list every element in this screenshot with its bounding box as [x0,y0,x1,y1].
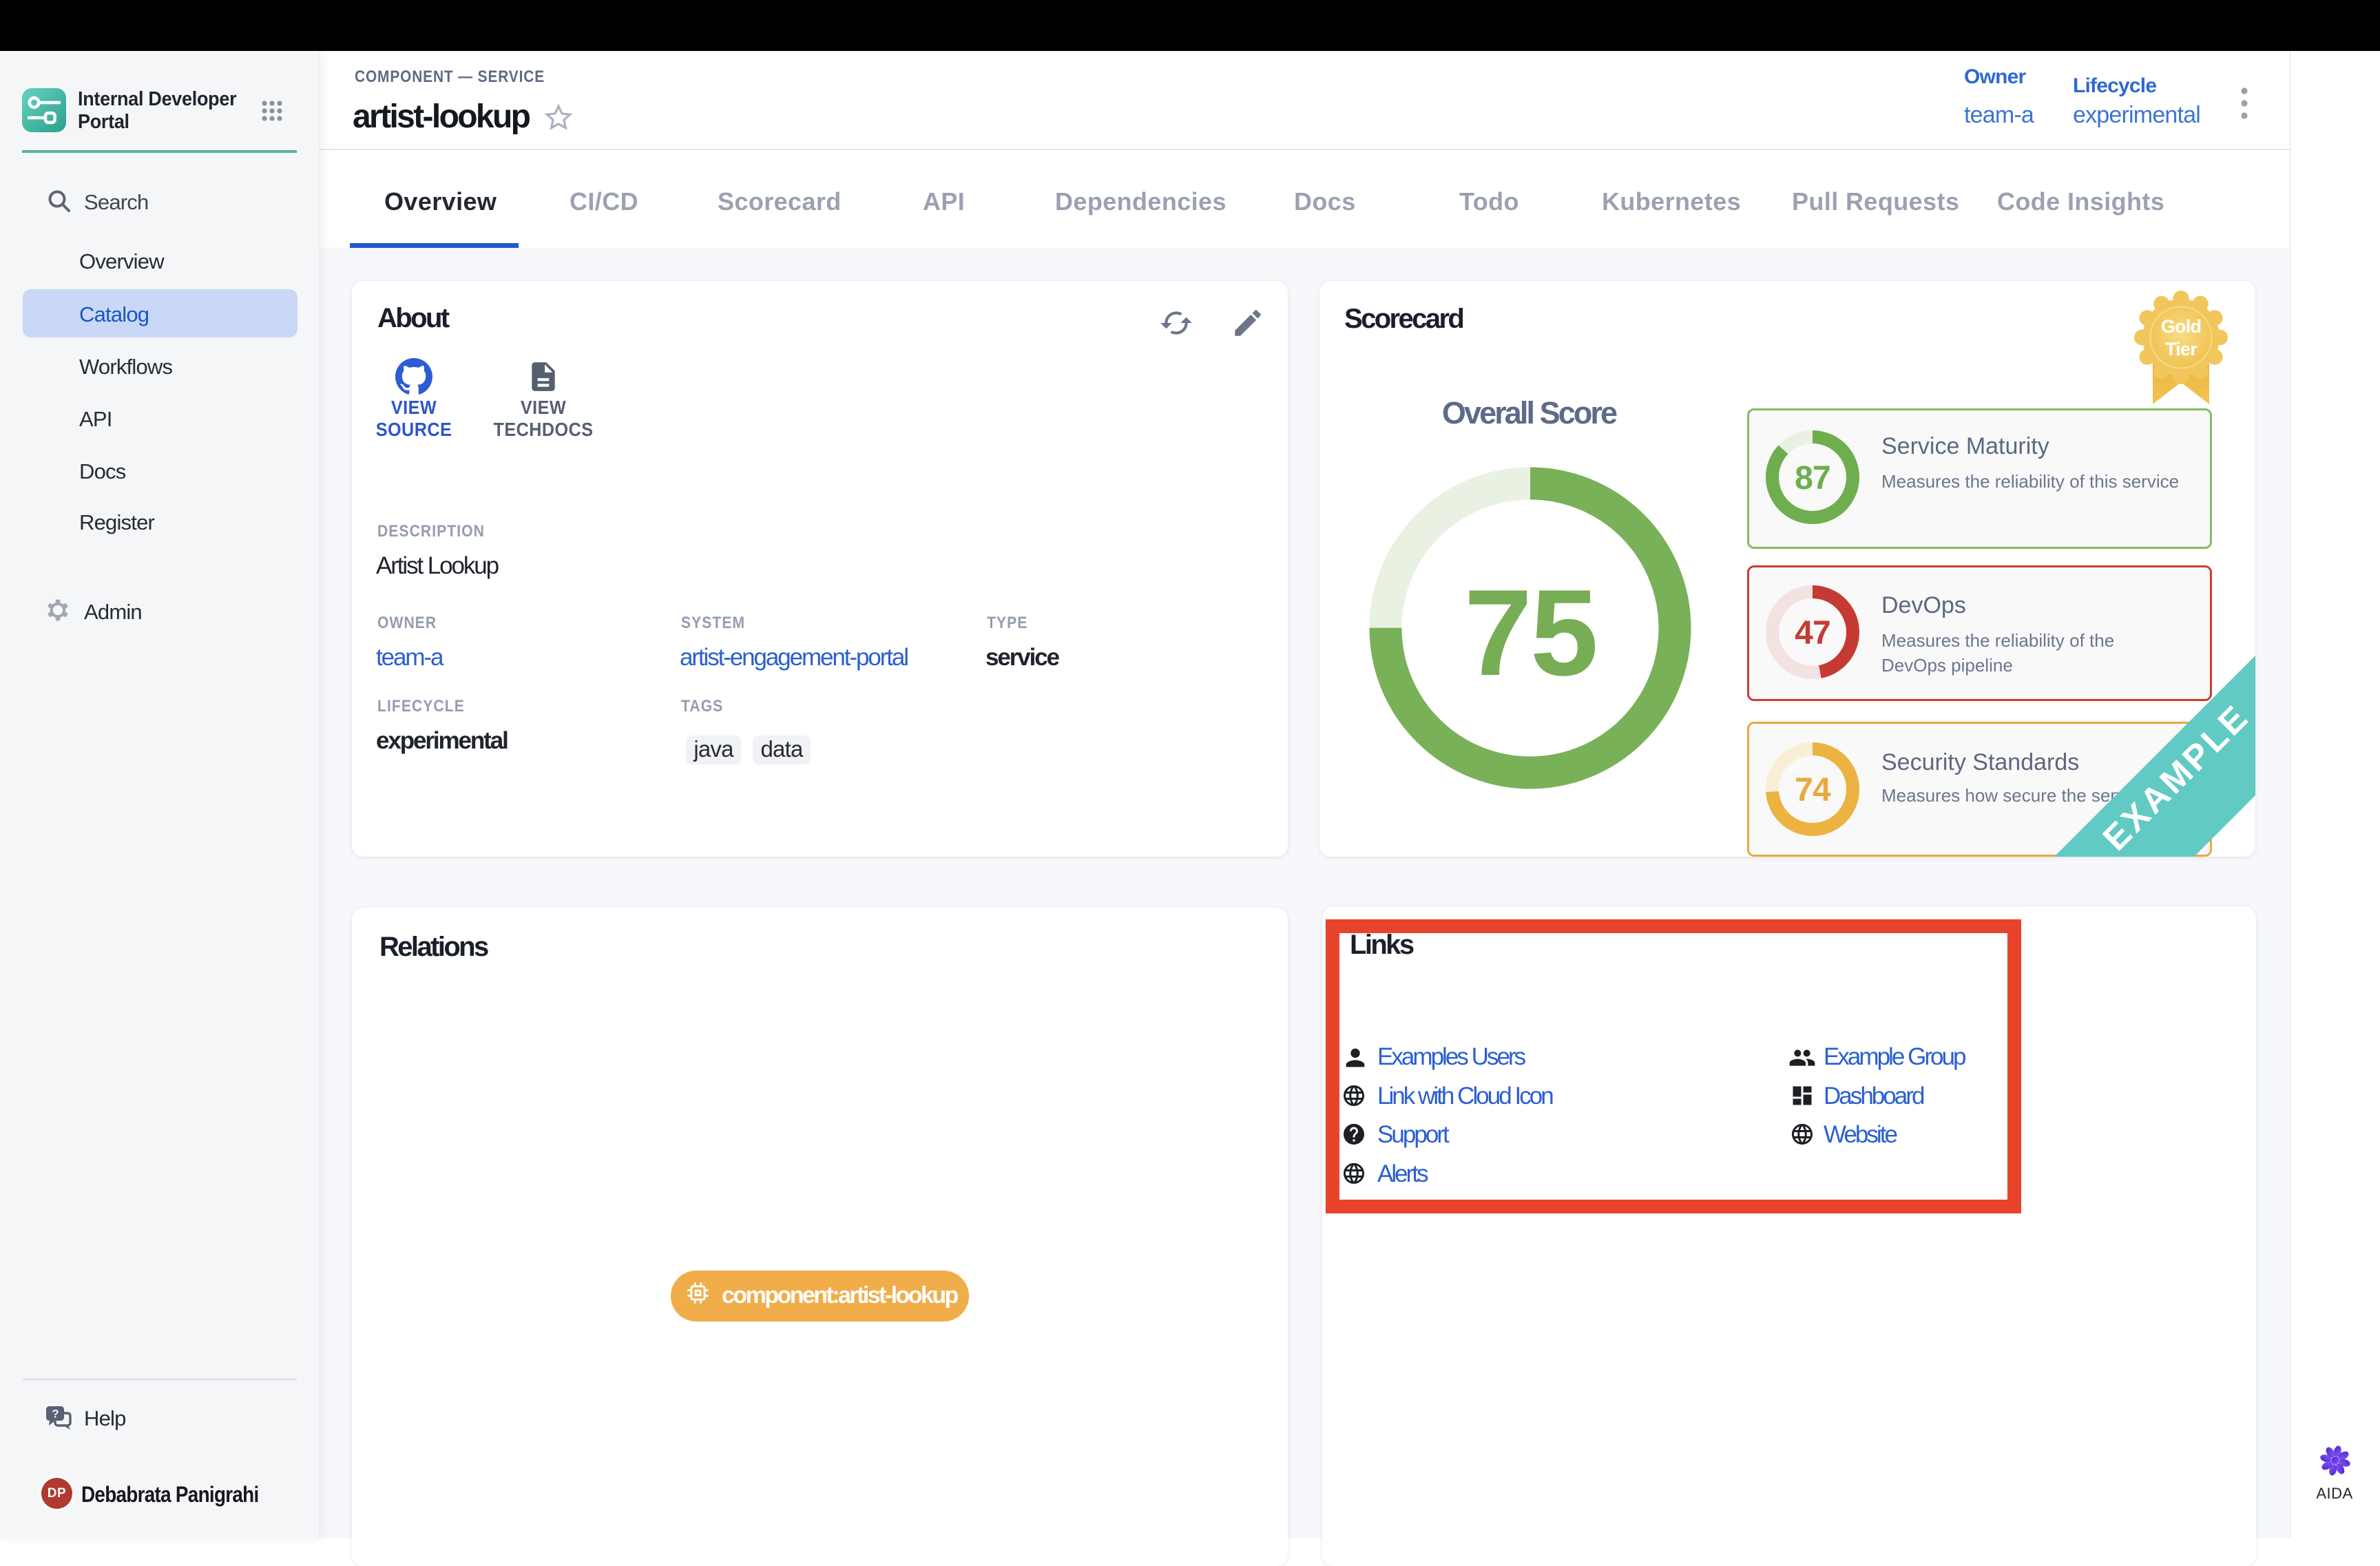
svg-text:Tier: Tier [2165,339,2198,359]
svg-text:75: 75 [1464,564,1596,701]
svg-text:Gold: Gold [2161,316,2201,337]
svg-text:87: 87 [1795,460,1830,497]
svg-text:47: 47 [1795,615,1830,651]
svg-text:?: ? [52,1408,59,1421]
svg-text:74: 74 [1795,772,1831,808]
